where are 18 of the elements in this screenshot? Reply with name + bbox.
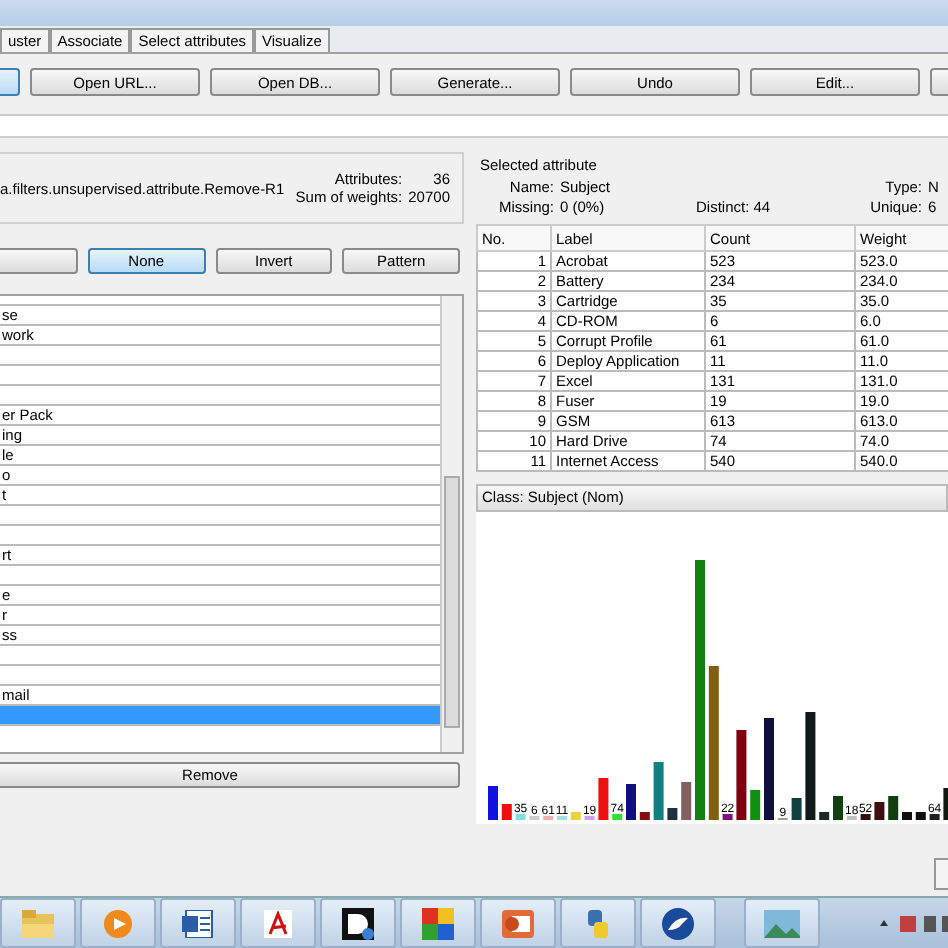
scrollbar[interactable]: [440, 296, 462, 752]
python-icon: [584, 909, 612, 937]
picture-icon: [764, 909, 800, 937]
play-icon: [104, 909, 132, 937]
attribute-row[interactable]: [0, 706, 440, 726]
document-icon: [182, 909, 214, 937]
folder-icon: [22, 909, 54, 937]
bird-icon: [662, 907, 694, 939]
tiles-icon: [422, 907, 454, 939]
taskbar-button[interactable]: [640, 898, 716, 948]
app-icon: [342, 907, 374, 939]
filter-field[interactable]: [0, 114, 948, 138]
log-button[interactable]: [934, 858, 948, 890]
tray-icons[interactable]: [876, 913, 948, 933]
taskbar-button[interactable]: [160, 898, 236, 948]
taskbar-button[interactable]: [320, 898, 396, 948]
pdf-icon: [264, 909, 292, 937]
slides-icon: [502, 909, 534, 937]
